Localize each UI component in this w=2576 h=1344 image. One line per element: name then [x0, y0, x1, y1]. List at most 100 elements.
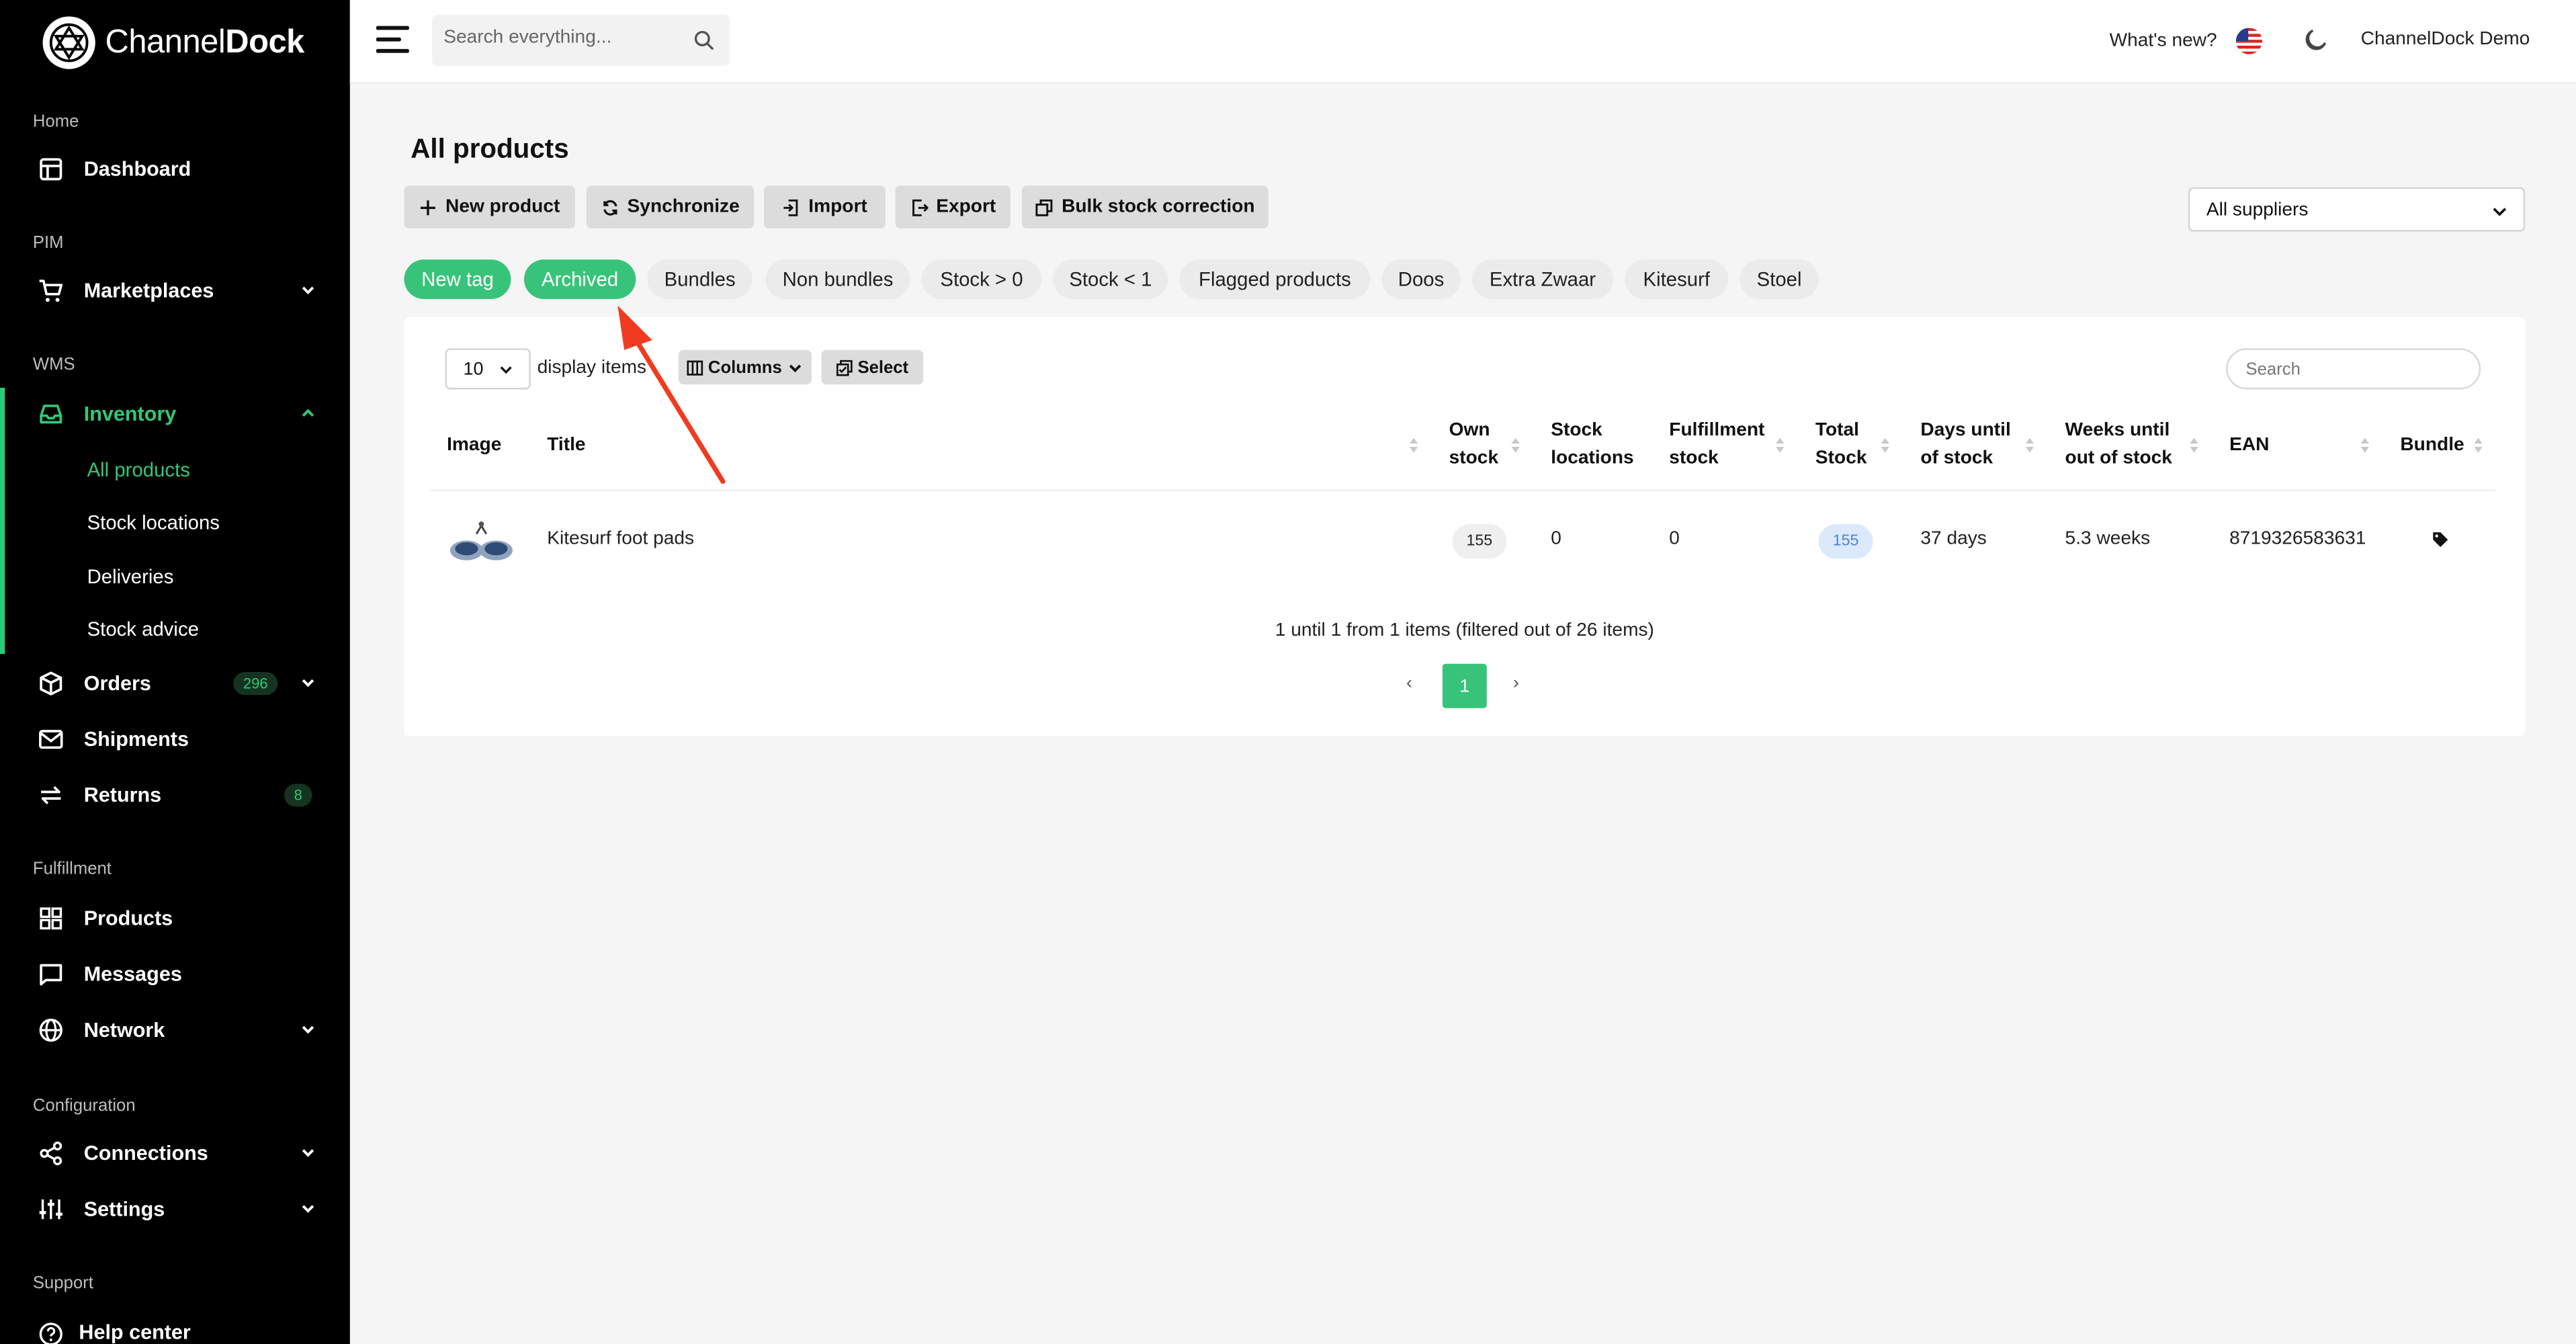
bulk-stock-correction-button[interactable]: Bulk stock correction [1021, 185, 1269, 228]
tag-new-tag[interactable]: New tag [404, 259, 511, 299]
tag-non-bundles[interactable]: Non bundles [765, 259, 910, 299]
help-icon [39, 1322, 62, 1344]
message-icon [40, 964, 62, 986]
sort-icon[interactable] [1510, 435, 1521, 455]
sidebar-subitem-stock-advice[interactable]: Stock advice [87, 618, 199, 640]
sidebar-subitem-all-products[interactable]: All products [87, 458, 190, 481]
sidebar-item-label: Help center [79, 1320, 191, 1344]
product-thumbnail[interactable] [445, 514, 518, 566]
whats-new-link[interactable]: What's new? [2110, 31, 2217, 50]
sidebar-item-inventory[interactable]: Inventory [0, 389, 350, 438]
table-search-input[interactable] [2245, 360, 2460, 380]
sliders-icon [39, 1199, 62, 1220]
column-header-fulfillment-stock[interactable]: Fulfillment stock [1669, 417, 1764, 473]
sidebar-subitem-stock-locations[interactable]: Stock locations [87, 511, 220, 534]
sidebar-item-returns[interactable]: Returns 8 [0, 771, 350, 820]
tag-extra-zwaar[interactable]: Extra Zwaar [1471, 259, 1614, 299]
export-button[interactable]: Export [895, 185, 1011, 228]
sidebar-item-marketplaces[interactable]: Marketplaces [0, 266, 350, 315]
pagination-page-1[interactable]: 1 [1442, 663, 1487, 708]
sidebar-item-messages[interactable]: Messages [0, 950, 350, 999]
pagination-next[interactable]: › [1513, 673, 1519, 693]
brand-logo[interactable]: ChannelDock [42, 16, 304, 69]
chevron-down-icon [302, 286, 314, 294]
sidebar-item-label: Inventory [83, 403, 177, 426]
sort-icon[interactable] [1774, 435, 1786, 455]
box-icon [40, 671, 62, 696]
select-icon [836, 359, 853, 376]
product-title[interactable]: Kitesurf foot pads [547, 529, 694, 548]
section-label-home: Home [32, 112, 79, 132]
column-header-own-stock[interactable]: Own stock [1449, 417, 1498, 473]
sidebar-item-orders[interactable]: Orders 296 [0, 659, 350, 708]
weeks-until-value: 5.3 weeks [2065, 529, 2151, 549]
sidebar-item-label: Orders [83, 672, 151, 696]
sort-icon[interactable] [1879, 435, 1891, 455]
sort-icon[interactable] [2188, 435, 2200, 455]
orders-count-badge: 296 [233, 672, 278, 696]
column-header-image: Image [447, 435, 502, 456]
sidebar-item-network[interactable]: Network [0, 1005, 350, 1054]
section-label-wms: WMS [32, 355, 75, 375]
return-arrows-icon [41, 786, 61, 804]
sidebar-subitem-deliveries[interactable]: Deliveries [87, 565, 174, 588]
column-header-title[interactable]: Title [547, 432, 585, 460]
tag-doos[interactable]: Doos [1381, 259, 1461, 299]
tag-stock-lt-1[interactable]: Stock < 1 [1053, 259, 1168, 299]
new-product-button[interactable]: New product [404, 185, 575, 228]
own-stock-value: 155 [1452, 523, 1507, 559]
sort-icon[interactable] [2024, 435, 2035, 455]
tag-bundles[interactable]: Bundles [647, 259, 753, 299]
select-button[interactable]: Select [821, 349, 924, 385]
global-search[interactable] [432, 15, 730, 66]
import-button[interactable]: Import [763, 185, 886, 228]
hamburger-icon[interactable] [376, 25, 409, 54]
sort-icon[interactable] [2473, 435, 2484, 455]
column-header-bundle[interactable]: Bundle [2400, 432, 2464, 460]
tag-kitesurf[interactable]: Kitesurf [1625, 259, 1729, 299]
supplier-filter-select[interactable]: All suppliers [2188, 187, 2526, 232]
moon-icon[interactable] [2303, 28, 2328, 53]
sidebar-item-label: Products [83, 907, 173, 930]
sidebar-item-products[interactable]: Products [0, 894, 350, 943]
column-header-total-stock[interactable]: Total Stock [1815, 417, 1867, 473]
sort-icon[interactable] [1408, 435, 1419, 455]
columns-button[interactable]: Columns [678, 349, 812, 385]
dashboard-icon [40, 158, 62, 181]
tag-flagged-products[interactable]: Flagged products [1179, 259, 1371, 299]
tag-stoel[interactable]: Stoel [1740, 259, 1819, 299]
column-header-stock-locations[interactable]: Stock locations [1551, 417, 1633, 473]
tag-stock-gt-0[interactable]: Stock > 0 [921, 259, 1042, 299]
global-search-input[interactable] [443, 28, 690, 48]
chevron-down-icon [302, 1025, 314, 1034]
chevron-down-icon [302, 679, 314, 687]
caret-down-icon [789, 364, 802, 372]
column-header-weeks-until[interactable]: Weeks until out of stock [2065, 417, 2172, 473]
column-header-days-until[interactable]: Days until of stock [1920, 417, 2010, 473]
synchronize-button[interactable]: Synchronize [586, 185, 755, 228]
pagination-prev[interactable]: ‹ [1406, 673, 1412, 693]
search-icon[interactable] [693, 30, 715, 51]
total-stock-value: 155 [1818, 523, 1873, 559]
returns-count-badge: 8 [284, 784, 312, 807]
section-label-support: Support [32, 1273, 93, 1294]
sidebar-item-help-center[interactable]: Help center [0, 1308, 350, 1344]
chevron-down-icon [302, 1149, 314, 1157]
export-icon [912, 198, 928, 216]
sidebar-item-shipments[interactable]: Shipments [0, 715, 350, 764]
columns-icon [687, 360, 703, 375]
page-length-select[interactable]: 10 [445, 348, 531, 390]
tag-icon [2433, 532, 2448, 548]
sidebar-item-connections[interactable]: Connections [0, 1129, 350, 1178]
header-divider [430, 489, 2496, 492]
table-search[interactable] [2226, 348, 2481, 390]
tag-archived[interactable]: Archived [524, 259, 636, 299]
us-flag-icon[interactable] [2235, 28, 2262, 54]
sidebar-item-settings[interactable]: Settings [0, 1185, 350, 1234]
user-menu[interactable]: ChannelDock Demo [2361, 30, 2530, 49]
column-header-ean[interactable]: EAN [2229, 432, 2269, 460]
sidebar-item-label: Connections [83, 1142, 208, 1165]
sidebar-item-dashboard[interactable]: Dashboard [0, 144, 350, 194]
sort-icon[interactable] [2359, 435, 2370, 455]
sidebar-item-label: Messages [83, 962, 182, 986]
